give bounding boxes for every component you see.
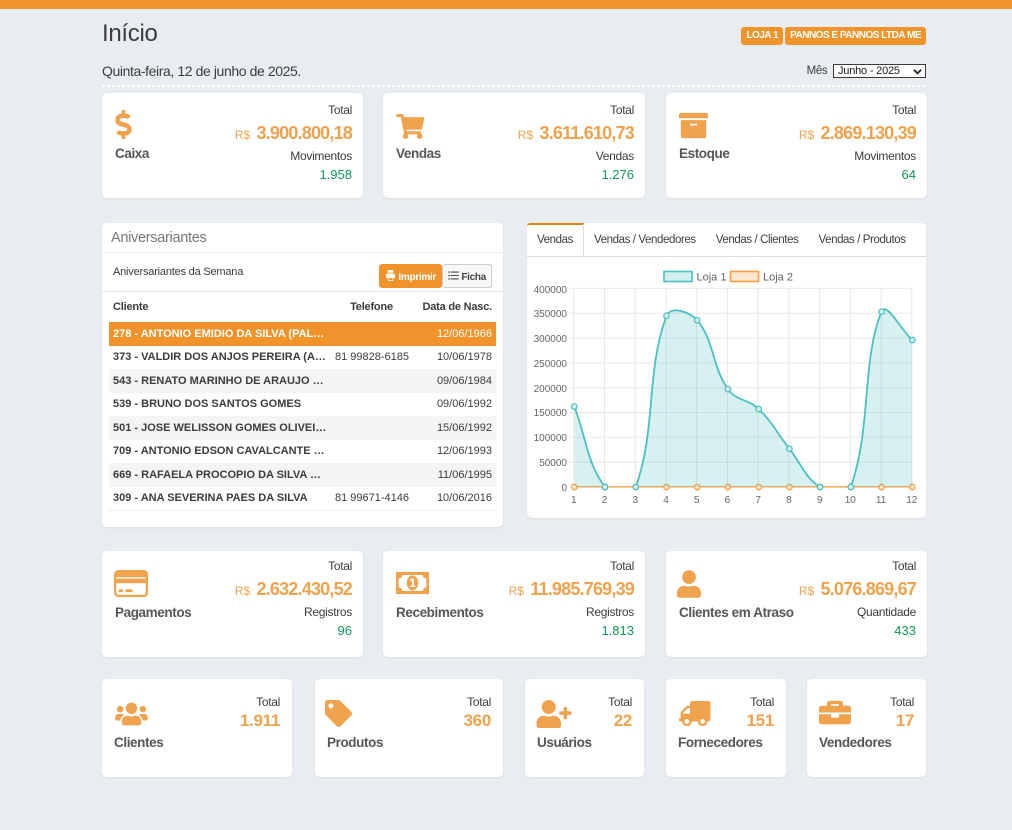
svg-text:12: 12: [906, 495, 918, 506]
svg-text:1: 1: [571, 495, 577, 506]
svg-text:250000: 250000: [534, 359, 568, 370]
svg-text:2: 2: [602, 495, 608, 506]
svg-text:1: 1: [409, 578, 416, 590]
svg-text:200000: 200000: [534, 384, 568, 395]
svg-text:10: 10: [845, 495, 857, 506]
svg-text:7: 7: [755, 495, 761, 506]
svg-text:11: 11: [876, 495, 887, 506]
svg-text:8: 8: [786, 495, 792, 506]
svg-text:100000: 100000: [534, 433, 568, 444]
svg-text:50000: 50000: [539, 458, 567, 469]
svg-text:9: 9: [817, 495, 823, 506]
svg-text:6: 6: [725, 495, 731, 506]
svg-text:0: 0: [561, 483, 567, 494]
svg-text:300000: 300000: [534, 334, 568, 345]
svg-text:Loja 1: Loja 1: [697, 272, 727, 284]
svg-text:5: 5: [694, 495, 700, 506]
svg-text:350000: 350000: [534, 309, 568, 320]
svg-text:150000: 150000: [534, 408, 568, 419]
svg-text:4: 4: [663, 495, 669, 506]
svg-text:3: 3: [633, 495, 639, 506]
svg-text:Loja 2: Loja 2: [763, 272, 793, 284]
svg-text:400000: 400000: [534, 285, 568, 296]
